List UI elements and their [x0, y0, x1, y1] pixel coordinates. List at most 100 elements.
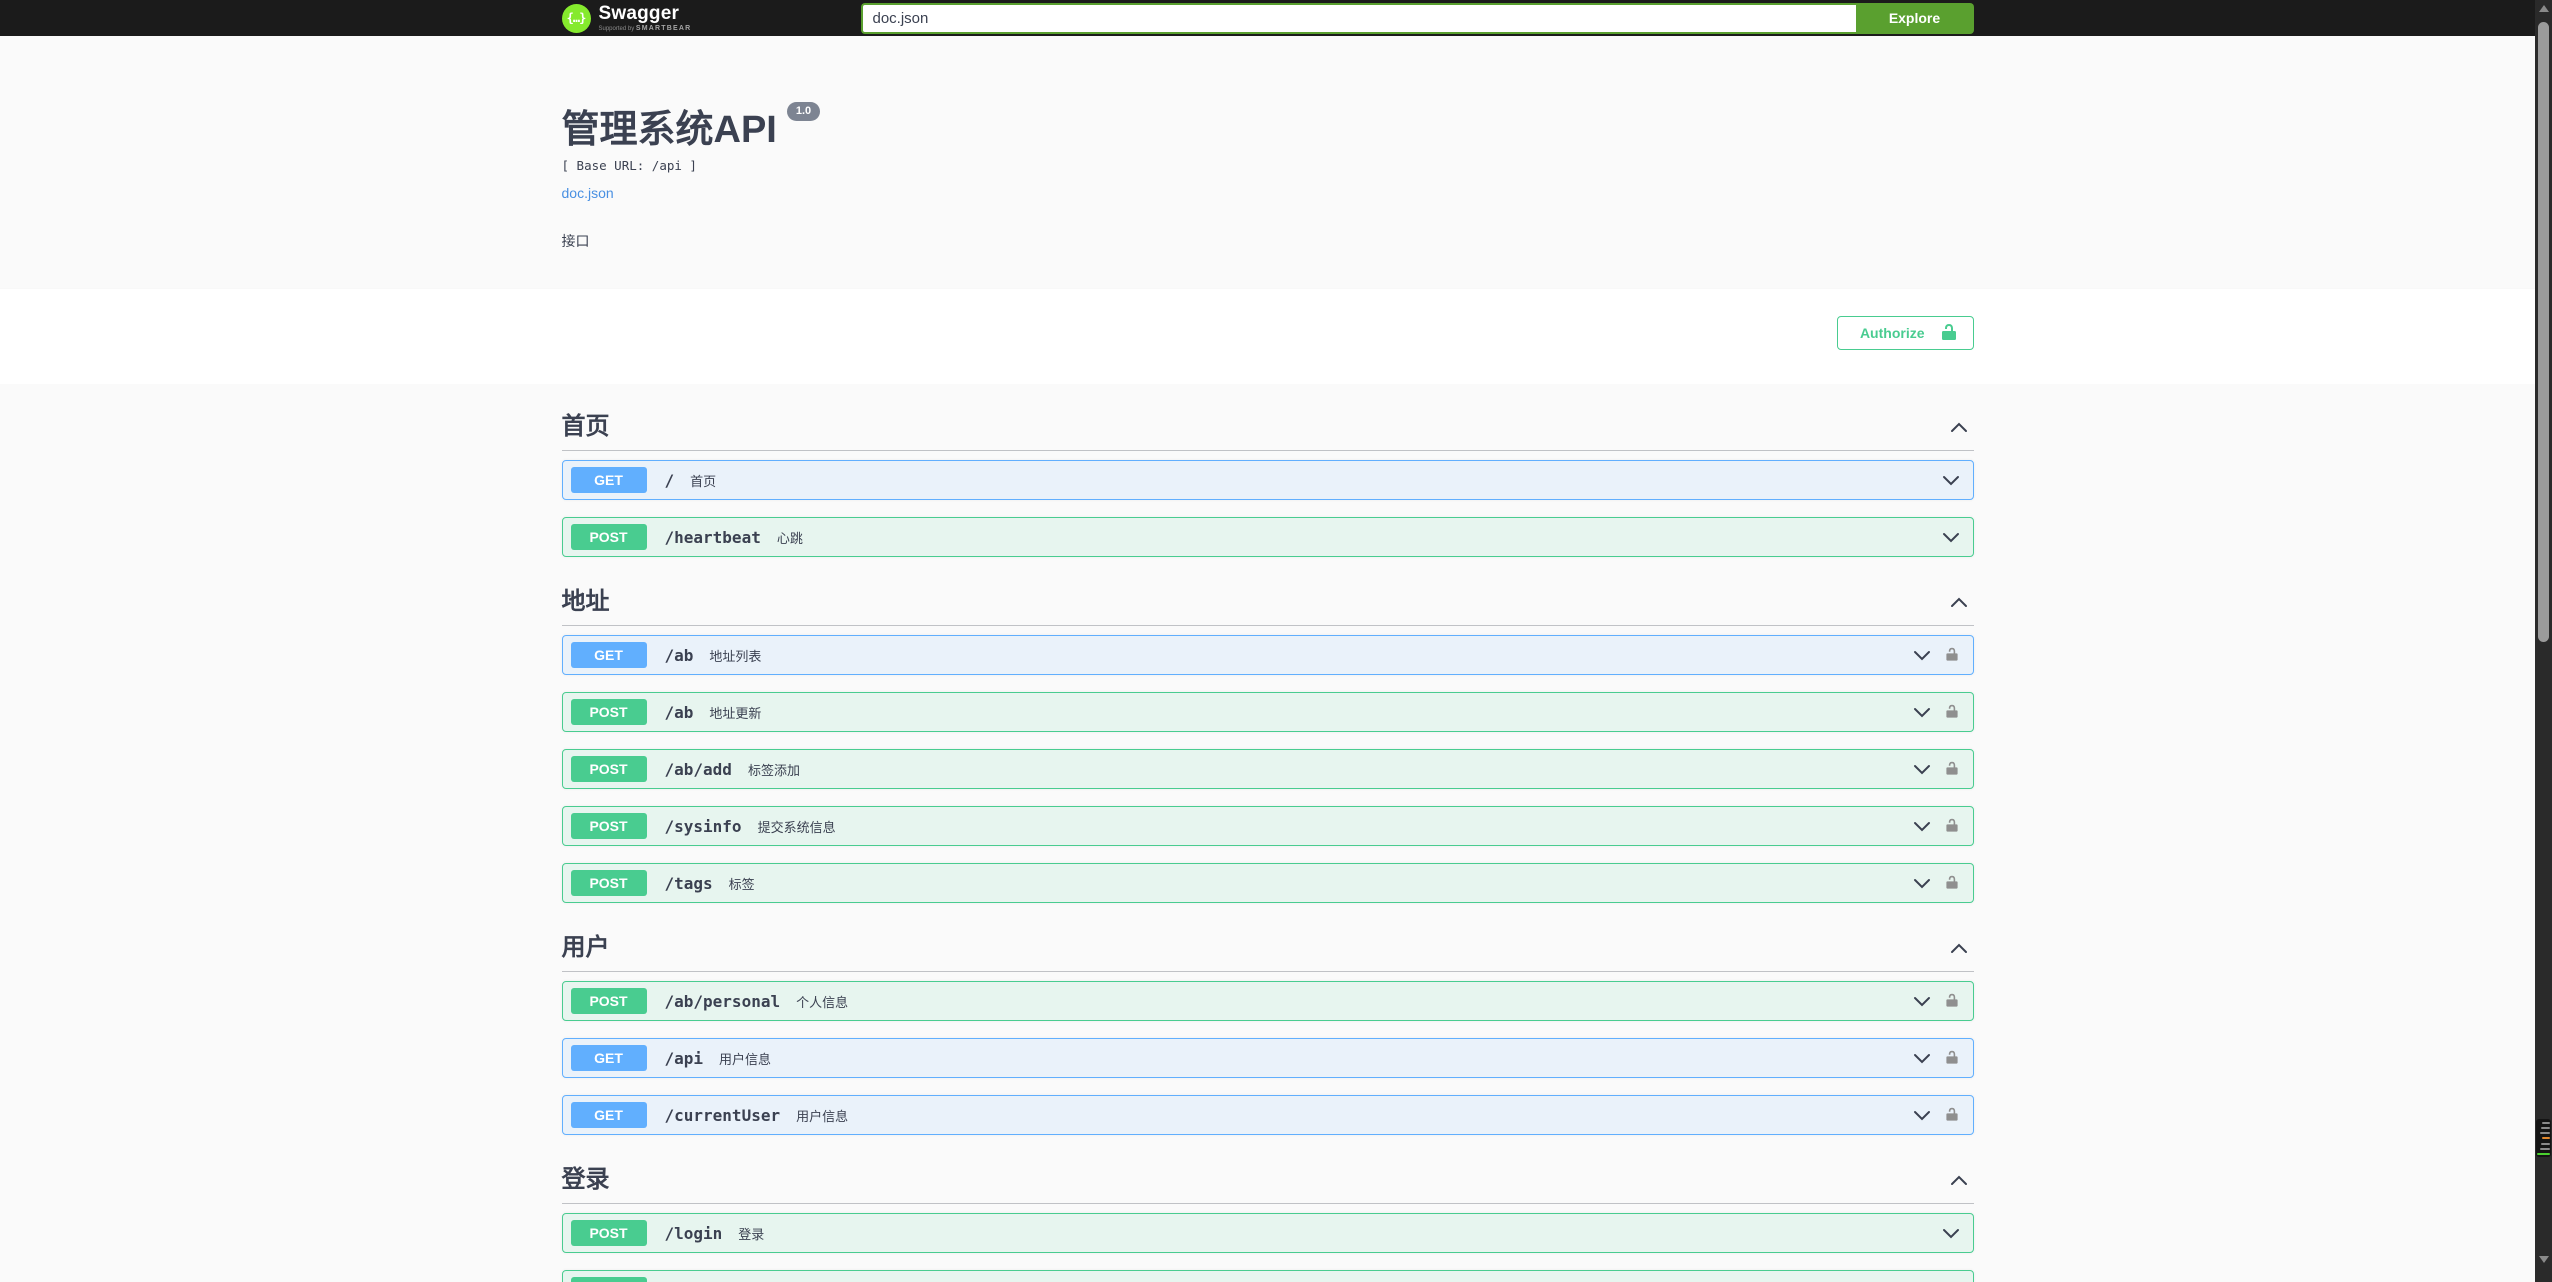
- minimap-line: [2541, 1142, 2550, 1145]
- unlocked-padlock-icon[interactable]: [1944, 704, 1960, 720]
- unlocked-padlock-icon[interactable]: [1944, 761, 1960, 777]
- method-badge: POST: [570, 988, 647, 1014]
- operation-summary: 心跳: [776, 530, 803, 546]
- operation-summary: 个人信息: [796, 994, 849, 1010]
- unlocked-padlock-icon[interactable]: [1944, 647, 1960, 663]
- chevron-down-icon: [1942, 532, 1959, 542]
- operation-row[interactable]: POST /heartbeat 心跳: [561, 517, 1974, 557]
- logo-title: Swagger: [598, 3, 680, 24]
- operation-summary: 地址更新: [709, 705, 762, 721]
- minimap-line: [2542, 1137, 2550, 1140]
- chevron-down-icon: [1913, 707, 1930, 717]
- method-badge: POST: [570, 1220, 647, 1246]
- chevron-down-icon: [1942, 475, 1959, 485]
- unlocked-padlock-icon[interactable]: [1944, 993, 1960, 1009]
- operation-summary: 用户信息: [796, 1108, 849, 1124]
- chevron-down-icon: [1913, 878, 1930, 888]
- operation-row[interactable]: POST /ab/add 标签添加: [561, 749, 1974, 789]
- operation-path: /ab: [664, 645, 694, 665]
- operation-path: /ab/add: [664, 759, 732, 779]
- scrollbar[interactable]: [2535, 0, 2552, 1282]
- scrollbar-thumb[interactable]: [2538, 22, 2549, 642]
- unlocked-padlock-icon[interactable]: [1944, 1050, 1960, 1066]
- section-header[interactable]: 首页: [561, 413, 1974, 451]
- api-info-section: 管理系统API 1.0 [ Base URL: /api ] doc.json 接…: [0, 36, 2535, 289]
- minimap-line: [2540, 1147, 2550, 1150]
- operation-path: /tags: [664, 873, 713, 893]
- section-header[interactable]: 用户: [561, 935, 1974, 972]
- unlocked-padlock-icon[interactable]: [1944, 875, 1960, 891]
- section-header[interactable]: 地址: [561, 588, 1974, 626]
- operation-path: /: [664, 470, 675, 490]
- operation-summary: 地址列表: [709, 648, 762, 664]
- method-badge: GET: [570, 1045, 647, 1071]
- swagger-ui-page: {…} Swagger Supported by SMARTBEAR Explo…: [0, 0, 2535, 1282]
- api-section: 首页 GET / 首页 POST /heartbeat 心跳: [561, 413, 1974, 557]
- section-title: 登录: [561, 1166, 610, 1193]
- chevron-up-icon: [1950, 597, 1967, 607]
- operation-summary: 登录: [738, 1226, 765, 1242]
- operation-row[interactable]: POST /loginbytoken 登录状态: [561, 1270, 1974, 1282]
- chevron-down-icon: [1913, 650, 1930, 660]
- smartbear-brand: SMARTBEAR: [635, 25, 692, 32]
- swagger-logo-icon: {…}: [561, 3, 591, 33]
- chevron-down-icon: [1913, 821, 1930, 831]
- minimap-line: [2542, 1122, 2550, 1124]
- chevron-up-icon: [1950, 422, 1967, 432]
- chevron-up-icon: [1950, 1175, 1967, 1185]
- method-badge: POST: [570, 813, 647, 839]
- spec-url-input[interactable]: [860, 2, 1856, 34]
- method-badge: GET: [570, 467, 647, 493]
- minimap-line: [2541, 1127, 2550, 1130]
- operation-row[interactable]: POST /ab/personal 个人信息: [561, 981, 1974, 1021]
- operation-row[interactable]: POST /login 登录: [561, 1213, 1974, 1253]
- scroll-up-arrow-icon[interactable]: [2538, 5, 2549, 12]
- operation-summary: 提交系统信息: [757, 819, 836, 835]
- operation-summary: 首页: [690, 473, 717, 489]
- section-title: 地址: [561, 588, 610, 615]
- unlocked-padlock-icon[interactable]: [1944, 818, 1960, 834]
- operations-area: 首页 GET / 首页 POST /heartbeat 心跳 地址 GET /a…: [0, 384, 2535, 1282]
- method-badge: GET: [570, 642, 647, 668]
- chevron-down-icon: [1913, 996, 1930, 1006]
- operation-row[interactable]: POST /ab 地址更新: [561, 692, 1974, 732]
- operation-path: /heartbeat: [664, 527, 761, 547]
- api-description: 接口: [561, 233, 590, 249]
- explore-button[interactable]: Explore: [1855, 2, 1974, 34]
- operation-path: /sysinfo: [664, 816, 742, 836]
- spec-link[interactable]: doc.json: [562, 185, 614, 201]
- explore-form: Explore: [860, 2, 1974, 34]
- api-section: 用户 POST /ab/personal 个人信息 GET /api 用户信息: [561, 935, 1974, 1135]
- version-badge: 1.0: [786, 102, 821, 122]
- method-badge: POST: [570, 1277, 647, 1282]
- operation-row[interactable]: GET /ab 地址列表: [561, 635, 1974, 675]
- method-badge: POST: [570, 524, 647, 550]
- minimap-line: [2540, 1132, 2550, 1135]
- unlocked-padlock-icon[interactable]: [1944, 1107, 1960, 1123]
- operation-summary: 标签: [728, 876, 755, 892]
- operation-path: /currentUser: [664, 1105, 781, 1125]
- operation-row[interactable]: POST /tags 标签: [561, 863, 1974, 903]
- section-title: 首页: [561, 413, 610, 440]
- chevron-down-icon: [1942, 1228, 1959, 1238]
- topbar: {…} Swagger Supported by SMARTBEAR Explo…: [0, 0, 2535, 36]
- unlocked-padlock-icon: [1939, 323, 1959, 343]
- operation-path: /ab/personal: [664, 991, 781, 1011]
- operation-row[interactable]: GET / 首页: [561, 460, 1974, 500]
- operation-summary: 标签添加: [747, 762, 800, 778]
- operation-path: /login: [664, 1223, 723, 1243]
- section-header[interactable]: 登录: [561, 1166, 1974, 1204]
- scroll-down-arrow-icon[interactable]: [2538, 1256, 2549, 1263]
- api-section: 地址 GET /ab 地址列表 POST /ab 地址更新 POST /ab/a…: [561, 588, 1974, 903]
- method-badge: POST: [570, 699, 647, 725]
- swagger-logo[interactable]: {…} Swagger Supported by SMARTBEAR: [561, 3, 692, 33]
- operation-row[interactable]: GET /currentUser 用户信息: [561, 1095, 1974, 1135]
- operation-summary: 用户信息: [719, 1051, 772, 1067]
- operation-row[interactable]: POST /sysinfo 提交系统信息: [561, 806, 1974, 846]
- method-badge: POST: [570, 870, 647, 896]
- operation-row[interactable]: GET /api 用户信息: [561, 1038, 1974, 1078]
- scroll-minimap: [2536, 1119, 2551, 1157]
- base-url: [ Base URL: /api ]: [561, 158, 697, 173]
- authorize-button[interactable]: Authorize: [1836, 316, 1974, 350]
- operation-path: /api: [664, 1048, 704, 1068]
